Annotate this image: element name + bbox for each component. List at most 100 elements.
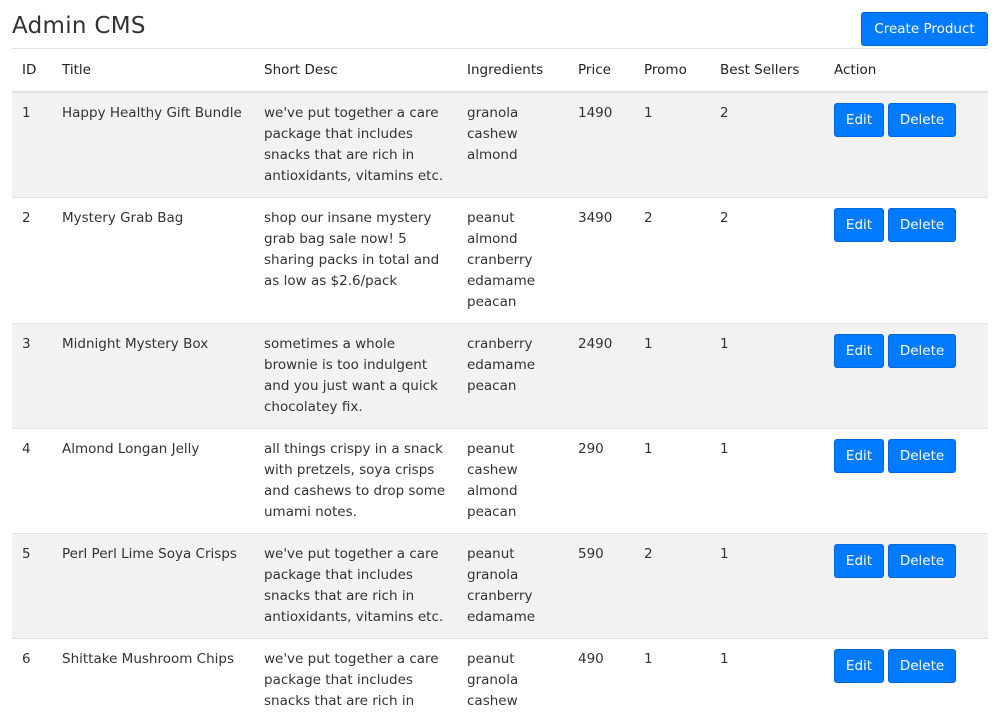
- ingredient-item: cranberry: [467, 336, 533, 352]
- cell-action: Edit Delete: [824, 533, 988, 639]
- cell-ingredients: peanut cashew almond peacan: [457, 428, 568, 534]
- header-title: Title: [52, 48, 254, 93]
- header-id: ID: [12, 48, 52, 93]
- cell-promo: 1: [634, 638, 710, 713]
- cell-action: Edit Delete: [824, 638, 988, 713]
- ingredient-item: cashew: [467, 126, 518, 142]
- cell-ingredients: peanut granola cashew: [457, 638, 568, 713]
- admin-cms-page: Admin CMS Create Product ID Title Short …: [0, 0, 999, 713]
- cell-id: 3: [12, 323, 52, 429]
- edit-button[interactable]: Edit: [834, 208, 884, 242]
- ingredient-item: edamame: [467, 609, 536, 625]
- cell-id: 1: [12, 92, 52, 198]
- cell-id: 4: [12, 428, 52, 534]
- cell-ingredients: cranberry edamame peacan: [457, 323, 568, 429]
- header-price: Price: [568, 48, 634, 93]
- ingredient-item: peacan: [467, 378, 517, 394]
- edit-button[interactable]: Edit: [834, 649, 884, 683]
- edit-button[interactable]: Edit: [834, 103, 884, 137]
- cell-best-sellers: 2: [710, 92, 824, 198]
- cell-short-desc: we've put together a care package that i…: [254, 533, 457, 639]
- table-row: 5 Perl Perl Lime Soya Crisps we've put tog…: [12, 533, 988, 639]
- cell-best-sellers: 1: [710, 533, 824, 639]
- cell-short-desc: we've put together a care package that i…: [254, 92, 457, 198]
- header-action: Action: [824, 48, 988, 93]
- ingredient-item: almond: [467, 147, 518, 163]
- header-best-sellers: Best Sellers: [710, 48, 824, 93]
- ingredient-item: peanut: [467, 546, 515, 562]
- delete-button[interactable]: Delete: [888, 649, 956, 683]
- cell-promo: 1: [634, 323, 710, 429]
- cell-price: 2490: [568, 323, 634, 429]
- delete-button[interactable]: Delete: [888, 439, 956, 473]
- cell-price: 290: [568, 428, 634, 534]
- cell-price: 1490: [568, 92, 634, 198]
- cell-title: Almond Longan Jelly: [52, 428, 254, 534]
- delete-button[interactable]: Delete: [888, 103, 956, 137]
- table-row: 3 Midnight Mystery Box sometimes a whole b…: [12, 323, 988, 429]
- ingredient-item: peacan: [467, 294, 517, 310]
- create-product-button[interactable]: Create Product: [861, 12, 988, 46]
- cell-promo: 1: [634, 428, 710, 534]
- ingredient-item: peanut: [467, 651, 515, 667]
- products-table: ID Title Short Desc Ingredients Price Pr…: [12, 48, 988, 713]
- ingredient-item: edamame: [467, 273, 536, 289]
- ingredient-item: granola: [467, 105, 519, 121]
- cell-short-desc: shop our insane mystery grab bag sale no…: [254, 197, 457, 324]
- cell-short-desc: all things crispy in a snack with pretze…: [254, 428, 457, 534]
- delete-button[interactable]: Delete: [888, 544, 956, 578]
- header-row: ID Title Short Desc Ingredients Price Pr…: [12, 48, 988, 93]
- cell-best-sellers: 1: [710, 428, 824, 534]
- table-row: 1 Happy Healthy Gift Bundle we've put toge…: [12, 92, 988, 198]
- table-body: 1 Happy Healthy Gift Bundle we've put toge…: [12, 92, 988, 713]
- cell-short-desc: sometimes a whole brownie is too indulge…: [254, 323, 457, 429]
- table-row: 6 Shittake Mushroom Chips we've put togeth…: [12, 638, 988, 713]
- edit-button[interactable]: Edit: [834, 544, 884, 578]
- delete-button[interactable]: Delete: [888, 208, 956, 242]
- ingredient-item: cranberry: [467, 252, 533, 268]
- cell-action: Edit Delete: [824, 428, 988, 534]
- ingredient-item: peacan: [467, 504, 517, 520]
- page-title: Admin CMS: [12, 13, 146, 39]
- ingredient-item: almond: [467, 231, 518, 247]
- cell-id: 2: [12, 197, 52, 324]
- header-promo: Promo: [634, 48, 710, 93]
- cell-price: 490: [568, 638, 634, 713]
- cell-promo: 2: [634, 197, 710, 324]
- cell-promo: 2: [634, 533, 710, 639]
- ingredient-item: cashew: [467, 462, 518, 478]
- cell-action: Edit Delete: [824, 323, 988, 429]
- edit-button[interactable]: Edit: [834, 439, 884, 473]
- ingredient-item: granola: [467, 567, 519, 583]
- cell-title: Happy Healthy Gift Bundle: [52, 92, 254, 198]
- delete-button[interactable]: Delete: [888, 334, 956, 368]
- cell-promo: 1: [634, 92, 710, 198]
- cell-title: Perl Perl Lime Soya Crisps: [52, 533, 254, 639]
- cell-price: 590: [568, 533, 634, 639]
- ingredient-item: peanut: [467, 210, 515, 226]
- cell-title: Mystery Grab Bag: [52, 197, 254, 324]
- cell-title: Midnight Mystery Box: [52, 323, 254, 429]
- cell-title: Shittake Mushroom Chips: [52, 638, 254, 713]
- cell-action: Edit Delete: [824, 92, 988, 198]
- cell-ingredients: peanut granola cranberry edamame: [457, 533, 568, 639]
- table-row: 4 Almond Longan Jelly all things crispy in…: [12, 428, 988, 534]
- cell-ingredients: granola cashew almond: [457, 92, 568, 198]
- cell-id: 5: [12, 533, 52, 639]
- table-row: 2 Mystery Grab Bag shop our insane mystery…: [12, 197, 988, 324]
- cell-ingredients: peanut almond cranberry edamame peacan: [457, 197, 568, 324]
- cell-best-sellers: 1: [710, 638, 824, 713]
- ingredient-item: granola: [467, 672, 519, 688]
- ingredient-item: almond: [467, 483, 518, 499]
- cell-best-sellers: 2: [710, 197, 824, 324]
- header-ingredients: Ingredients: [457, 48, 568, 93]
- ingredient-item: cashew: [467, 693, 518, 709]
- cell-id: 6: [12, 638, 52, 713]
- cell-price: 3490: [568, 197, 634, 324]
- edit-button[interactable]: Edit: [834, 334, 884, 368]
- cell-best-sellers: 1: [710, 323, 824, 429]
- table-header: ID Title Short Desc Ingredients Price Pr…: [12, 48, 988, 93]
- cell-short-desc: we've put together a care package that i…: [254, 638, 457, 713]
- cell-action: Edit Delete: [824, 197, 988, 324]
- ingredient-item: cranberry: [467, 588, 533, 604]
